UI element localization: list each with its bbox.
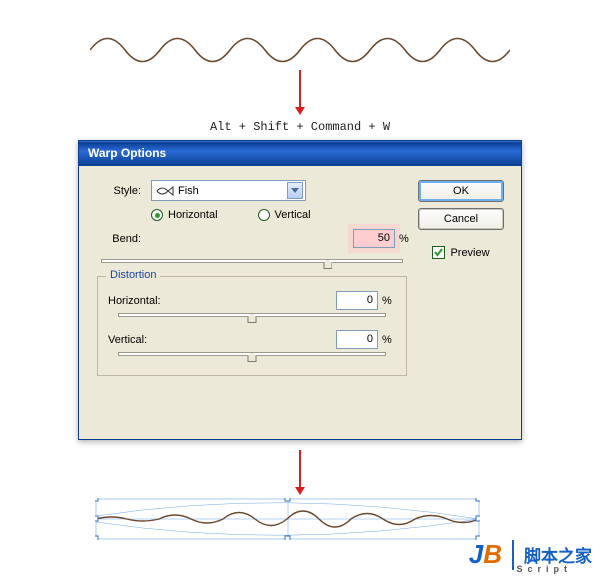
dialog-titlebar[interactable]: Warp Options xyxy=(79,141,521,166)
distortion-vertical-label: Vertical: xyxy=(108,334,178,346)
watermark-b: B xyxy=(483,539,502,570)
distortion-vertical-input[interactable]: 0 xyxy=(336,330,378,349)
wave-illustration-after xyxy=(95,498,480,540)
ok-button[interactable]: OK xyxy=(418,180,504,202)
orientation-horizontal-radio[interactable]: Horizontal xyxy=(151,209,218,221)
distortion-group: Distortion Horizontal: 0 % Vertical: 0 % xyxy=(97,276,407,376)
orientation-horizontal-label: Horizontal xyxy=(168,209,218,221)
distortion-horizontal-label: Horizontal: xyxy=(108,295,178,307)
watermark-sub: Script xyxy=(516,564,572,574)
distortion-vertical-slider[interactable] xyxy=(118,349,386,363)
orientation-vertical-radio[interactable]: Vertical xyxy=(258,209,311,221)
radio-checked-icon xyxy=(151,209,163,221)
watermark-j: J xyxy=(469,539,483,570)
distortion-horizontal-unit: % xyxy=(382,295,396,307)
bend-slider[interactable] xyxy=(101,256,403,270)
arrow-down-icon xyxy=(299,450,301,488)
distortion-legend: Distortion xyxy=(106,269,160,281)
bend-label: Bend: xyxy=(91,233,141,245)
wave-illustration-before xyxy=(90,30,510,70)
distortion-vertical-unit: % xyxy=(382,334,396,346)
radio-unchecked-icon xyxy=(258,209,270,221)
chevron-down-icon[interactable] xyxy=(287,182,303,199)
arrow-down-icon xyxy=(299,70,301,108)
fish-icon xyxy=(156,184,174,198)
warp-options-dialog: Warp Options Style: Fish Horizont xyxy=(78,140,522,440)
checkbox-checked-icon xyxy=(432,246,445,259)
distortion-horizontal-input[interactable]: 0 xyxy=(336,291,378,310)
bend-input[interactable]: 50 xyxy=(353,229,395,248)
preview-label: Preview xyxy=(450,247,489,259)
watermark-logo: J B 脚本之家 Script xyxy=(469,539,592,570)
bend-unit: % xyxy=(399,233,413,245)
orientation-vertical-label: Vertical xyxy=(275,209,311,221)
keyboard-shortcut: Alt + Shift + Command + W xyxy=(0,120,600,134)
preview-checkbox[interactable]: Preview xyxy=(432,246,489,259)
cancel-button[interactable]: Cancel xyxy=(418,208,504,230)
style-label: Style: xyxy=(91,185,141,197)
distortion-horizontal-slider[interactable] xyxy=(118,310,386,324)
style-select[interactable]: Fish xyxy=(151,180,306,201)
style-select-value: Fish xyxy=(178,185,283,197)
